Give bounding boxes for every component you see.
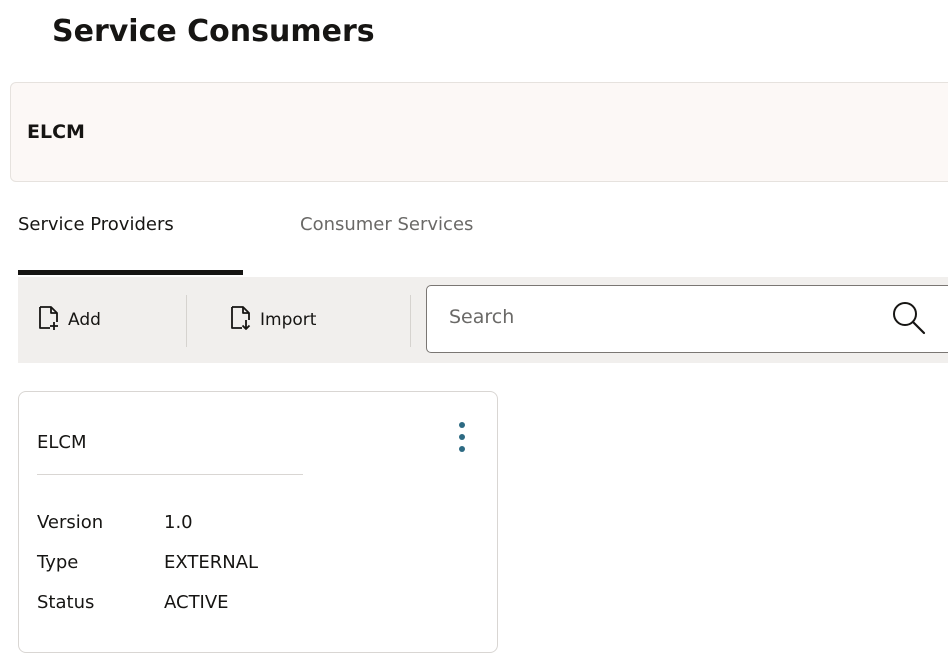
tab-consumer-services[interactable]: Consumer Services [300,212,473,238]
card-property-status: Status ACTIVE [37,590,229,616]
service-provider-card[interactable]: ELCM Version 1.0 Type EXTERNAL Status ACTIV… [18,391,498,653]
card-title: ELCM [37,432,87,453]
toolbar-divider [186,295,187,347]
kebab-menu-icon[interactable] [447,420,477,460]
property-value: ACTIVE [164,592,229,613]
import-button-label: Import [260,310,317,330]
search-icon[interactable] [891,300,927,340]
search-box[interactable] [426,285,948,353]
import-button[interactable]: Import [230,277,316,363]
document-add-icon [38,305,60,336]
property-value: EXTERNAL [164,552,259,573]
card-property-type: Type EXTERNAL [37,550,258,576]
context-title: ELCM [27,121,85,143]
property-value: 1.0 [164,512,193,533]
property-label: Type [37,552,79,573]
property-label: Status [37,592,95,613]
toolbar-divider [410,295,411,347]
add-button[interactable]: Add [38,277,101,363]
page-title: Service Consumers [52,14,375,49]
search-input[interactable] [449,306,849,328]
tab-service-providers[interactable]: Service Providers [18,212,174,238]
add-button-label: Add [68,310,101,330]
property-label: Version [37,512,104,533]
card-divider [37,474,303,475]
card-property-version: Version 1.0 [37,510,193,536]
toolbar: Add Import [18,277,948,363]
selected-tab-indicator [18,270,243,275]
context-header: ELCM [10,82,948,182]
document-import-icon [230,305,252,336]
